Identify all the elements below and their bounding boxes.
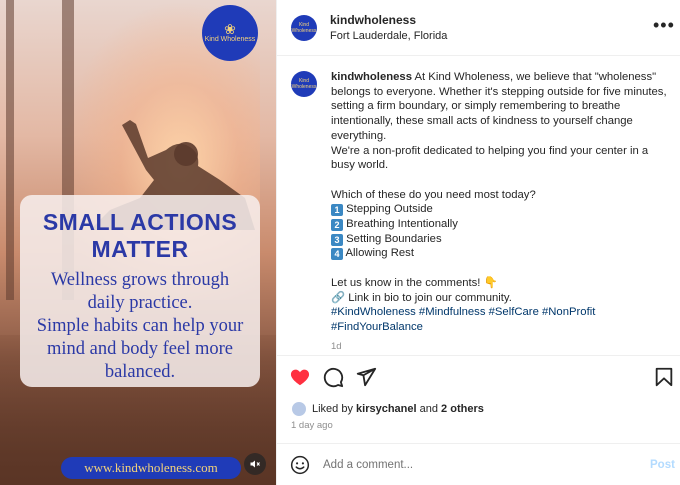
header-username[interactable]: kindwholeness (330, 13, 416, 27)
option-item: 4 Allowing Rest (331, 247, 414, 261)
liker-avatar[interactable] (291, 401, 307, 417)
option-label: Stepping Outside (346, 203, 433, 216)
mute-button[interactable] (244, 453, 266, 475)
comment-input[interactable] (323, 455, 623, 475)
option-label: Allowing Rest (345, 247, 414, 260)
option-item: 3 Setting Boundaries (331, 232, 442, 246)
emoji-icon[interactable] (290, 455, 310, 475)
body-line: mind and body feel more (47, 339, 233, 359)
post-panel: Kind Wholeness kindwholeness Fort Lauder… (276, 0, 680, 485)
website-url: www.kindwholeness.com (61, 457, 241, 479)
body-line: daily practice. (87, 293, 193, 313)
caption-age: 1d (331, 341, 342, 352)
card-headline: SMALL ACTIONS MATTER (20, 209, 260, 263)
caption-intro: At Kind Wholeness, we believe that "whol… (331, 71, 667, 201)
quote-card: SMALL ACTIONS MATTER Wellness grows thro… (20, 195, 260, 387)
liker-username[interactable]: kirsychanel (356, 403, 417, 415)
more-icon: ••• (653, 15, 675, 35)
body-line: balanced. (104, 362, 176, 382)
heart-filled-icon[interactable] (289, 366, 311, 388)
keycap-number-icon: 4 (331, 248, 343, 261)
bookmark-icon[interactable] (653, 366, 675, 388)
logo-text: Kind Wholeness (204, 36, 256, 43)
hashtags[interactable]: #KindWholeness #Mindfulness #SelfCare #N… (331, 306, 599, 333)
post-media[interactable]: ❀ Kind Wholeness SMALL ACTIONS MATTER We… (0, 0, 276, 485)
comment-icon[interactable] (322, 366, 344, 388)
avatar-text: Kind Wholeness (291, 22, 317, 34)
body-line: Wellness grows through (50, 270, 230, 290)
card-body: Wellness grows through daily practice. S… (20, 269, 260, 384)
post-button[interactable]: Post (650, 459, 675, 471)
action-bar (277, 357, 680, 397)
liked-and-label: and (416, 403, 442, 415)
keycap-number-icon: 2 (331, 219, 343, 232)
option-item: 2 Breathing Intentionally (331, 218, 458, 232)
brand-logo: ❀ Kind Wholeness (202, 5, 258, 61)
option-item: 1 Stepping Outside (331, 203, 433, 217)
caption: Kind Wholeness kindwholeness At Kind Who… (277, 56, 680, 356)
post-time[interactable]: 1 day ago (291, 420, 333, 431)
option-label: Setting Boundaries (346, 232, 442, 245)
speaker-muted-icon (250, 460, 260, 468)
avatar[interactable]: Kind Wholeness (291, 15, 317, 41)
header-location[interactable]: Fort Lauderdale, Florida (330, 30, 447, 42)
avatar[interactable]: Kind Wholeness (291, 71, 317, 97)
caption-link-line: 🔗 Link in bio to join our community. (331, 291, 512, 304)
window-frame (6, 0, 14, 300)
liked-by-label: Liked by (312, 403, 357, 415)
lotus-icon: ❀ (224, 21, 236, 37)
likes-summary: Liked by kirsychanel and 2 others (291, 401, 484, 417)
caption-username[interactable]: kindwholeness (331, 71, 412, 83)
avatar-text: Kind Wholeness (291, 78, 317, 90)
more-options-button[interactable]: ••• (653, 16, 675, 34)
keycap-number-icon: 1 (331, 204, 343, 217)
post-header: Kind Wholeness kindwholeness Fort Lauder… (277, 0, 680, 56)
share-icon[interactable] (355, 366, 377, 388)
others-link[interactable]: 2 others (441, 403, 484, 415)
keycap-number-icon: 3 (331, 233, 343, 246)
headline-line: SMALL ACTIONS (42, 209, 238, 235)
body-line: Simple habits can help your (36, 316, 244, 336)
headline-line: MATTER (91, 236, 189, 262)
comment-bar: Post (277, 443, 680, 485)
option-label: Breathing Intentionally (346, 218, 458, 231)
caption-cta: Let us know in the comments! 👇 (331, 276, 498, 289)
caption-text: kindwholeness At Kind Wholeness, we beli… (331, 70, 671, 335)
